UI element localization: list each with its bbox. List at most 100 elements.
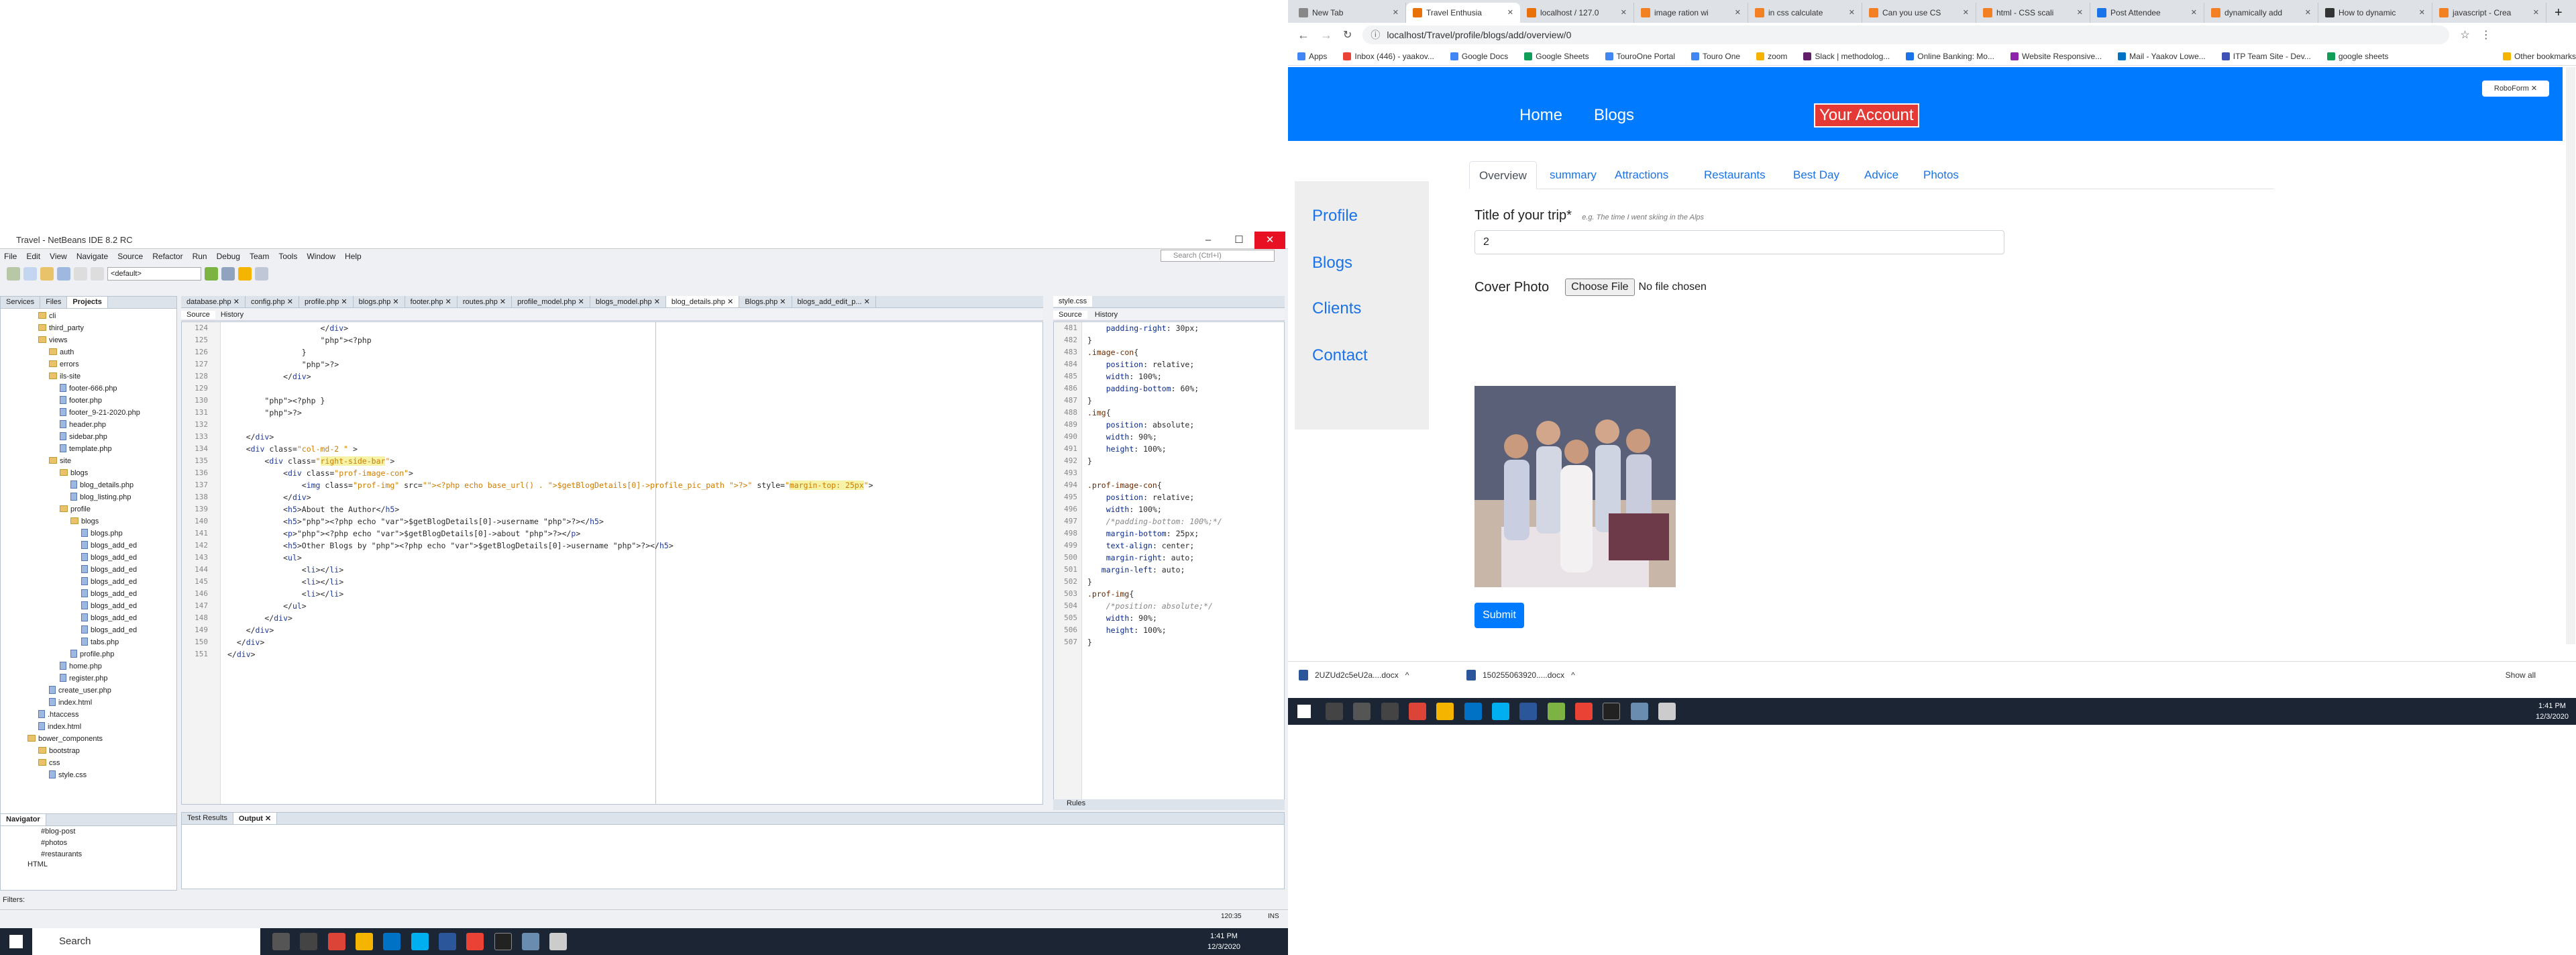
tree-item[interactable]: profile.php [1,648,176,660]
search-icon[interactable] [1326,703,1343,720]
bookmark-item[interactable]: Inbox (446) - yaakov... [1343,52,1434,61]
tree-item[interactable]: blogs_add_ed [1,612,176,624]
menu-run[interactable]: Run [193,252,207,261]
tab-services[interactable]: Services [1,297,41,308]
task-view-icon[interactable] [300,933,318,950]
tree-item[interactable]: footer.php [1,395,176,407]
chrome-icon[interactable] [1409,703,1427,720]
navigator-item[interactable]: #blog-post [41,826,176,838]
code-line[interactable]: <li></li> [227,588,873,600]
css-line[interactable]: width: 90%; [1087,431,1222,443]
tree-item[interactable]: errors [1,358,176,370]
bookmark-item[interactable]: Google Sheets [1524,52,1589,61]
new-file-icon[interactable] [23,267,37,281]
bookmark-item[interactable]: TouroOne Portal [1605,52,1675,61]
browser-tab[interactable]: image ration wi ✕ [1634,3,1748,23]
bookmark-item[interactable]: zoom [1756,52,1787,61]
nav-home-link[interactable]: Home [1519,106,1562,125]
open-project-icon[interactable] [40,267,54,281]
editor-tab[interactable]: routes.php ✕ [458,296,513,307]
tree-item[interactable]: .htaccess [1,709,176,721]
sidebar-blogs-link[interactable]: Blogs [1312,254,1352,272]
tree-item[interactable]: cli [1,310,176,322]
css-line[interactable]: margin-bottom: 25px; [1087,527,1222,540]
tree-item[interactable]: auth [1,346,176,358]
tab-close-icon[interactable]: ✕ [1507,3,1513,23]
menu-debug[interactable]: Debug [217,252,240,261]
netbeans-icon[interactable] [1630,703,1648,720]
css-line[interactable]: width: 90%; [1087,612,1222,624]
tree-item[interactable]: footer_9-21-2020.php [1,407,176,419]
tab-close-icon[interactable]: ✕ [2077,3,2083,23]
tree-item[interactable]: home.php [1,660,176,672]
css-line[interactable]: margin-right: auto; [1087,552,1222,564]
tree-item[interactable]: blog_listing.php [1,491,176,503]
info-icon[interactable]: ⓘ [1371,26,1380,44]
tree-item[interactable]: site [1,455,176,467]
browser-tab[interactable]: html - CSS scali ✕ [1976,3,2090,23]
css-line[interactable]: .prof-image-con{ [1087,479,1222,491]
code-line[interactable] [227,383,873,395]
bookmark-item[interactable]: Touro One [1691,52,1740,61]
tree-item[interactable]: blogs [1,515,176,527]
terminal-icon[interactable] [1603,703,1621,720]
tab-summary[interactable]: summary [1540,161,1606,189]
submit-button[interactable]: Submit [1474,603,1524,628]
back-icon[interactable]: ← [1297,28,1309,42]
bookmark-item[interactable]: Apps [1297,52,1327,61]
tab-close-icon[interactable]: ✕ [1621,3,1627,23]
reload-icon[interactable]: ↻ [1343,28,1352,42]
menu-tools[interactable]: Tools [278,252,297,261]
browser-tab[interactable]: New Tab ✕ [1292,3,1406,23]
tab-projects[interactable]: Projects [67,297,108,308]
bookmark-item[interactable]: Google Docs [1450,52,1508,61]
cortana-icon[interactable] [272,933,290,950]
browser-tab[interactable]: localhost / 127.0 ✕ [1520,3,1634,23]
menu-view[interactable]: View [50,252,67,261]
css-line[interactable]: padding-bottom: 60%; [1087,383,1222,395]
tab-close-icon[interactable]: ✕ [2305,3,2311,23]
css-line[interactable]: width: 100%; [1087,370,1222,383]
source-tab[interactable]: Source [181,310,215,319]
code-line[interactable]: <h5>Other Blogs by "php"><?php echo "var… [227,540,873,552]
code-line[interactable] [227,419,873,431]
minimize-icon[interactable]: – [1193,232,1224,249]
bookmark-item[interactable]: Other bookmarks [2502,52,2576,61]
css-line[interactable]: /*position: absolute;*/ [1087,600,1222,612]
windows-start-icon[interactable] [1297,705,1311,718]
code-line[interactable]: "php">?> [227,358,873,370]
app-icon[interactable] [1575,703,1593,720]
tree-item[interactable]: tabs.php [1,636,176,648]
tab-best-day[interactable]: Best Day [1784,161,1849,189]
editor-tab[interactable]: blogs.php ✕ [354,296,405,307]
css-line[interactable]: position: relative; [1087,491,1222,503]
misc-app-icon[interactable] [1658,703,1676,720]
your-account-link[interactable]: Your Account [1814,103,1919,128]
tree-item[interactable]: ils-site [1,370,176,383]
nav-blogs-link[interactable]: Blogs [1594,106,1634,125]
misc-app-icon[interactable] [549,933,568,950]
close-icon[interactable]: ✕ [1254,232,1285,249]
tree-item[interactable]: blogs_add_ed [1,552,176,564]
tree-item[interactable]: blogs_add_ed [1,600,176,612]
chevron-up-icon[interactable]: ^ [1405,670,1409,680]
windows-start-icon[interactable] [9,935,23,948]
tab-test-results[interactable]: Test Results [182,813,233,824]
browser-tab[interactable]: Can you use CS ✕ [1862,3,1976,23]
code-line[interactable]: </div> [227,612,873,624]
editor-tab[interactable]: Blogs.php ✕ [739,296,792,307]
menu-source[interactable]: Source [117,252,143,261]
code-line[interactable]: </div> [227,636,873,648]
page-scrollbar[interactable] [2566,67,2575,644]
tree-item[interactable]: third_party [1,322,176,334]
menu-team[interactable]: Team [250,252,269,261]
tree-item[interactable]: bootstrap [1,745,176,757]
chrome-icon[interactable] [327,933,345,950]
css-line[interactable]: /*padding-bottom: 100%;*/ [1087,515,1222,527]
save-all-icon[interactable] [57,267,70,281]
tab-restaurants[interactable]: Restaurants [1695,161,1775,189]
code-line[interactable]: </div> [227,431,873,443]
browser-tab[interactable]: javascript - Crea ✕ [2432,3,2546,23]
cortana-icon[interactable] [1353,703,1371,720]
tree-item[interactable]: css [1,757,176,769]
